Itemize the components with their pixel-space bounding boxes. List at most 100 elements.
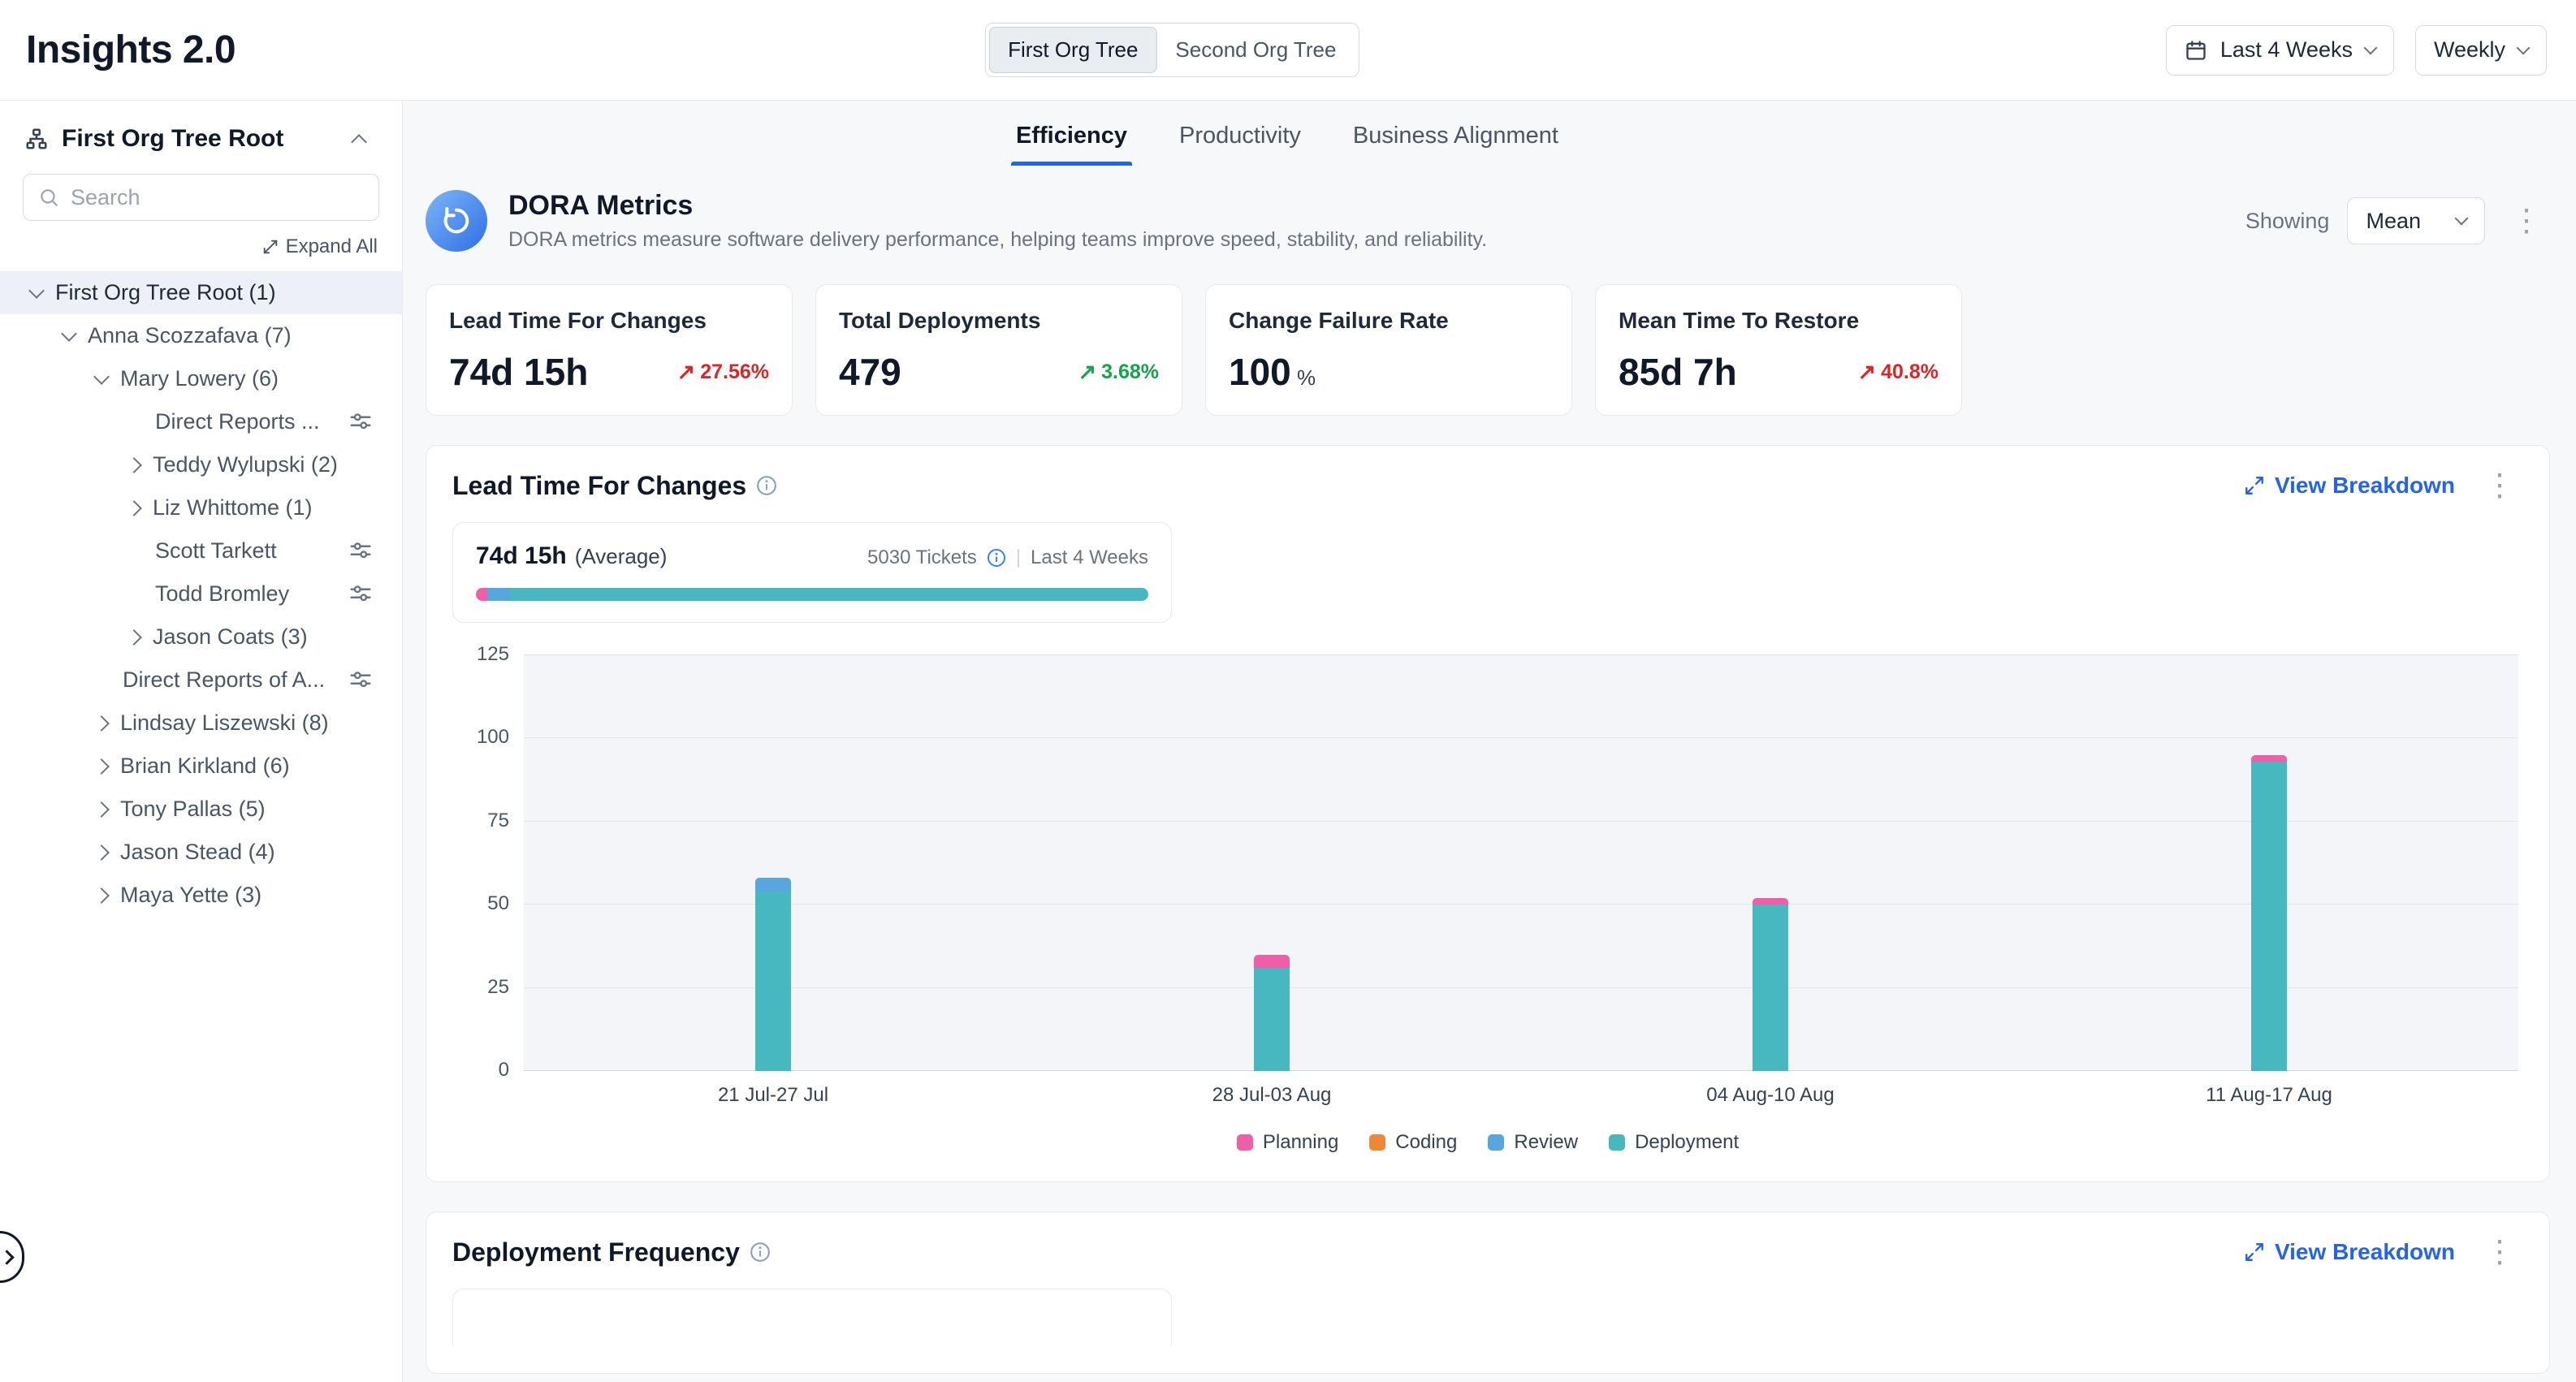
- sidebar-search[interactable]: [23, 174, 379, 221]
- showing-dropdown[interactable]: Mean: [2347, 197, 2485, 244]
- search-icon: [38, 187, 59, 208]
- info-icon[interactable]: [750, 1242, 771, 1263]
- bar-04-aug-10-aug[interactable]: [1753, 898, 1788, 1071]
- legend-item-coding[interactable]: Coding: [1369, 1131, 1457, 1154]
- tree-item-label: Anna Scozzafava (7): [88, 323, 292, 348]
- org-chart-icon: [24, 127, 49, 151]
- calendar-icon: [2185, 39, 2207, 62]
- dora-kebab-menu-icon[interactable]: ⋮: [2503, 205, 2550, 236]
- tree-item[interactable]: Scott Tarkett: [0, 529, 402, 572]
- lead-time-view-breakdown-button[interactable]: View Breakdown: [2244, 473, 2455, 499]
- period-dropdown[interactable]: Last 4 Weeks: [2166, 25, 2394, 76]
- tree-item[interactable]: Anna Scozzafava (7): [0, 314, 402, 357]
- legend-item-review[interactable]: Review: [1488, 1131, 1578, 1154]
- metric-card-title: Change Failure Rate: [1229, 308, 1549, 334]
- tree-item-label: Scott Tarkett: [155, 538, 277, 564]
- chevron-down-icon[interactable]: [28, 283, 45, 299]
- metric-card-delta-value: 3.68%: [1101, 361, 1159, 384]
- tab-productivity[interactable]: Productivity: [1174, 105, 1306, 167]
- tree-item[interactable]: Direct Reports of A...: [0, 659, 402, 702]
- tree-item[interactable]: Liz Whittome (1): [0, 486, 402, 529]
- bar-segment-planning[interactable]: [1254, 955, 1290, 968]
- tab-business-alignment[interactable]: Business Alignment: [1348, 105, 1563, 167]
- filter-icon[interactable]: [348, 539, 373, 564]
- granularity-dropdown-value: Weekly: [2434, 37, 2505, 63]
- chevron-right-icon[interactable]: [93, 758, 110, 775]
- chevron-down-icon[interactable]: [61, 326, 77, 342]
- metric-card-delta: ↗40.8%: [1857, 360, 1938, 385]
- deployment-frequency-title-text: Deployment Frequency: [452, 1237, 740, 1268]
- gridline: [524, 821, 2518, 822]
- deployment-frequency-kebab-menu-icon[interactable]: ⋮: [2476, 1237, 2523, 1268]
- showing-dropdown-value: Mean: [2366, 209, 2421, 234]
- chevron-right-icon[interactable]: [93, 888, 110, 904]
- filter-icon[interactable]: [348, 582, 373, 607]
- main-panel: Efficiency Productivity Business Alignme…: [403, 101, 2576, 1382]
- chevron-right-icon[interactable]: [93, 715, 110, 732]
- tree-item[interactable]: Teddy Wylupski (2): [0, 443, 402, 486]
- tree-item[interactable]: Todd Bromley: [0, 572, 402, 615]
- toggle-first-org-tree[interactable]: First Org Tree: [989, 27, 1156, 73]
- granularity-dropdown[interactable]: Weekly: [2415, 25, 2547, 76]
- tree-item[interactable]: Brian Kirkland (6): [0, 745, 402, 788]
- tree-item[interactable]: Direct Reports ...: [0, 400, 402, 443]
- metric-card-unit: %: [1291, 365, 1316, 390]
- toggle-second-org-tree[interactable]: Second Org Tree: [1156, 27, 1355, 73]
- lead-time-kebab-menu-icon[interactable]: ⋮: [2476, 470, 2523, 501]
- main-content: DORA Metrics DORA metrics measure softwa…: [403, 190, 2576, 1374]
- filter-icon[interactable]: [348, 410, 373, 434]
- trend-up-arrow-icon: ↗: [1078, 360, 1096, 385]
- tree-item[interactable]: Tony Pallas (5): [0, 788, 402, 831]
- tree-item[interactable]: Jason Coats (3): [0, 615, 402, 659]
- filter-icon[interactable]: [348, 668, 373, 693]
- metric-card: Mean Time To Restore85d 7h↗40.8%: [1595, 284, 1962, 416]
- legend-item-deployment[interactable]: Deployment: [1609, 1131, 1739, 1154]
- legend-item-planning[interactable]: Planning: [1237, 1131, 1338, 1154]
- summary-separator: |: [1016, 546, 1021, 569]
- metric-card-value-row: 479↗3.68%: [839, 350, 1159, 394]
- chevron-down-icon: [2455, 212, 2469, 226]
- chevron-up-icon[interactable]: [351, 134, 367, 150]
- legend-label: Review: [1514, 1131, 1578, 1154]
- expand-all-button[interactable]: Expand All: [0, 221, 402, 266]
- metric-card-value-row: 74d 15h↗27.56%: [449, 350, 769, 394]
- deployment-frequency-view-breakdown-button[interactable]: View Breakdown: [2244, 1239, 2455, 1265]
- chevron-down-icon[interactable]: [93, 369, 110, 385]
- tree-item[interactable]: Mary Lowery (6): [0, 357, 402, 400]
- x-axis: 21 Jul-27 Jul28 Jul-03 Aug04 Aug-10 Aug1…: [524, 1084, 2518, 1116]
- bar-28-jul-03-aug[interactable]: [1254, 955, 1290, 1071]
- progress-segment-review: [487, 588, 510, 601]
- bar-segment-planning[interactable]: [1753, 898, 1788, 905]
- tab-efficiency[interactable]: Efficiency: [1011, 105, 1132, 167]
- bar-segment-review[interactable]: [755, 878, 791, 891]
- lead-time-actions: View Breakdown ⋮: [2244, 470, 2523, 501]
- bar-segment-deployment[interactable]: [1753, 905, 1788, 1071]
- chevron-right-icon[interactable]: [93, 801, 110, 818]
- chevron-right-icon[interactable]: [126, 500, 142, 516]
- metric-card-delta-value: 27.56%: [700, 361, 769, 384]
- info-icon[interactable]: [756, 475, 777, 496]
- expand-breakdown-icon: [2244, 1242, 2265, 1263]
- dora-subtitle: DORA metrics measure software delivery p…: [508, 228, 1487, 252]
- tree-item[interactable]: Maya Yette (3): [0, 874, 402, 917]
- bar-segment-deployment[interactable]: [1254, 968, 1290, 1071]
- tree-item[interactable]: Jason Stead (4): [0, 831, 402, 874]
- chevron-right-icon[interactable]: [126, 629, 142, 646]
- metric-card-value-row: 100 %: [1229, 350, 1549, 394]
- chart-legend: Planning Coding Review Deployment: [452, 1131, 2523, 1154]
- search-input[interactable]: [71, 185, 364, 210]
- bar-21-jul-27-jul[interactable]: [755, 878, 791, 1071]
- tree-item[interactable]: First Org Tree Root (1): [0, 271, 402, 314]
- info-icon[interactable]: [987, 548, 1006, 568]
- deployment-frequency-header: Deployment Frequency: [452, 1237, 2523, 1268]
- expand-icon: [261, 238, 279, 256]
- chevron-right-icon[interactable]: [126, 457, 142, 473]
- tree-item[interactable]: Lindsay Liszewski (8): [0, 702, 402, 745]
- bar-segment-deployment[interactable]: [2251, 762, 2287, 1071]
- tree-item-label: Brian Kirkland (6): [120, 754, 290, 779]
- bar-segment-planning[interactable]: [2251, 755, 2287, 762]
- bar-segment-deployment[interactable]: [755, 892, 791, 1071]
- chevron-right-icon[interactable]: [93, 844, 110, 861]
- summary-qualifier: (Average): [575, 544, 668, 569]
- bar-11-aug-17-aug[interactable]: [2251, 755, 2287, 1071]
